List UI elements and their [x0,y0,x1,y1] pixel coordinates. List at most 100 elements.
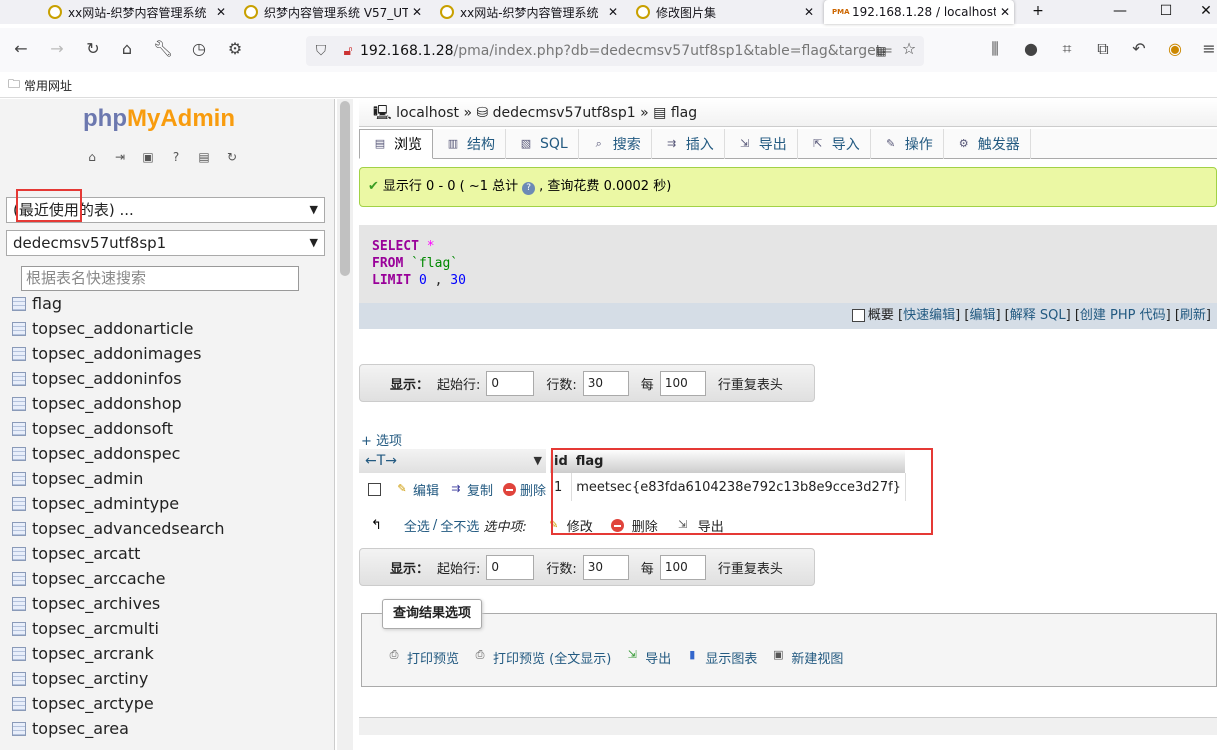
history-icon[interactable]: ◷ [186,36,212,62]
rows-count-input[interactable]: 30 [582,370,629,396]
table-search-input[interactable]: 根据表名快速搜索 [21,266,299,291]
wrench-icon[interactable]: 🔧︎ [150,36,176,62]
menu-icon[interactable]: ≡ [1196,36,1217,62]
horizontal-scrollbar[interactable] [359,717,1217,735]
sidebar-table-item[interactable]: topsec_addoninfos [0,366,334,391]
logout-icon[interactable]: ⇥ [112,149,128,165]
display-chart-link[interactable]: 显示图表 [705,648,757,667]
sidebar-table-item[interactable]: topsec_arctype [0,691,334,716]
repeat-header-input[interactable]: 100 [659,554,706,580]
start-row-input[interactable]: 0 [486,554,535,580]
forward-icon[interactable]: → [44,36,70,62]
sidebar-table-item[interactable]: topsec_addonarticle [0,316,334,341]
copy-row-link[interactable]: 复制 [467,480,493,499]
sidebar-table-item[interactable]: topsec_arccache [0,566,334,591]
tab-structure[interactable]: ▥ 结构 [433,129,506,159]
browser-tab[interactable]: 修改图片集 ✕ [628,0,818,24]
home-icon[interactable]: ⌂ [114,36,140,62]
sidebar-table-item[interactable]: topsec_arcmulti [0,616,334,641]
browser-tab[interactable]: xx网站-织梦内容管理系统 ✕ [432,0,622,24]
query-window-icon[interactable]: ▣ [140,149,156,165]
print-view-full-link[interactable]: 打印预览 (全文显示) [493,648,611,667]
uncheck-all-link[interactable]: 全不选 [440,516,479,535]
inline-edit-link[interactable]: 快速编辑 [903,308,955,323]
close-tab-icon[interactable]: ✕ [212,5,230,19]
home-icon[interactable]: ⌂ [84,149,100,165]
chevron-down-icon[interactable]: ▼ [534,449,542,473]
browser-tab[interactable]: xx网站-织梦内容管理系统 ✕ [40,0,230,24]
library-icon[interactable]: ⫼ [982,36,1008,62]
repeat-header-input[interactable]: 100 [659,370,706,396]
extension-c-icon[interactable]: ● [1018,36,1044,62]
phpmyadmin-logo[interactable]: phpMyAdmin [83,105,235,133]
breadcrumb-table[interactable]: flag [671,105,697,121]
sidebar-table-item[interactable]: topsec_addonimages [0,341,334,366]
sidebar-table-item[interactable]: topsec_arcatt [0,541,334,566]
close-tab-icon[interactable]: ✕ [408,5,426,19]
sidebar-table-item[interactable]: topsec_arctiny [0,666,334,691]
create-view-link[interactable]: 新建视图 [791,648,843,667]
tab-sql[interactable]: ▧ SQL [506,129,579,159]
bookmark-common-sites[interactable]: 常用网址 [24,77,72,94]
sidebar-table-item[interactable]: topsec_area [0,716,334,741]
tab-import[interactable]: ⇱ 导入 [798,129,871,159]
tab-search[interactable]: ⌕ 搜索 [579,129,652,159]
tab-operations[interactable]: ✎ 操作 [871,129,944,159]
tab-triggers[interactable]: ⚙ 触发器 [944,129,1031,159]
start-row-input[interactable]: 0 [486,370,535,396]
sidebar-table-item[interactable]: topsec_addonspec [0,441,334,466]
burp-icon[interactable]: ◉ [1162,36,1188,62]
browser-tab[interactable]: 织梦内容管理系统 V57_UT ✕ [236,0,426,24]
qr-code-icon[interactable]: ▦ [868,38,894,64]
address-bar[interactable]: ⛉ 🔓︎ 192.168.1.28/pma/index.php?db=dedec… [306,36,924,66]
close-tab-icon[interactable]: ✕ [604,5,622,19]
check-all-link[interactable]: 全选 [404,516,430,535]
export-link[interactable]: 导出 [645,648,671,667]
sidebar-table-item[interactable]: flag [0,291,334,316]
edit-row-link[interactable]: 编辑 [413,480,439,499]
maximize-icon[interactable]: ☐ [1146,0,1186,24]
close-tab-icon[interactable]: ✕ [996,5,1014,19]
profile-checkbox[interactable] [851,309,865,322]
docs-icon[interactable]: ▤ [196,149,212,165]
column-arrows-header[interactable]: ←T→ ▼ [359,449,546,473]
browser-tab-active[interactable]: PMA 192.168.1.28 / localhost ✕ [824,0,1014,24]
create-php-link[interactable]: 创建 PHP 代码 [1080,308,1166,323]
bookmark-star-icon[interactable]: ☆ [896,36,922,62]
back-icon[interactable]: ← [8,36,34,62]
tab-browse[interactable]: ▤ 浏览 [359,129,433,159]
scrollbar-thumb[interactable] [340,101,350,276]
tab-export[interactable]: ⇲ 导出 [725,129,798,159]
close-window-icon[interactable]: ✕ [1186,0,1217,24]
edit-sql-link[interactable]: 编辑 [969,308,995,323]
close-tab-icon[interactable]: ✕ [800,5,818,19]
sidebar-table-item[interactable]: topsec_addonsoft [0,416,334,441]
new-tab-button[interactable]: + [1018,0,1058,24]
help-icon[interactable]: ? [168,149,184,165]
breadcrumb-database[interactable]: dedecmsv57utf8sp1 [493,105,636,121]
extensions-icon[interactable]: ⧉ [1090,36,1116,62]
sidebar-table-item[interactable]: topsec_admintype [0,491,334,516]
crop-icon[interactable]: ⌗ [1054,36,1080,62]
reload-icon[interactable]: ↻ [80,36,106,62]
sidebar-table-item[interactable]: topsec_advancedsearch [0,516,334,541]
options-link[interactable]: + 选项 [361,430,402,449]
database-select[interactable]: dedecmsv57utf8sp1 ▼ [6,230,325,256]
reload-nav-icon[interactable]: ↻ [224,149,240,165]
left-scrollbar[interactable] [337,99,353,750]
tab-insert[interactable]: ⇉ 插入 [652,129,725,159]
settings-icon[interactable]: ⚙ [222,36,248,62]
sidebar-table-item[interactable]: topsec_addonshop [0,391,334,416]
help-icon[interactable]: ? [522,182,536,195]
sidebar-table-item[interactable]: topsec_admin [0,466,334,491]
refresh-link[interactable]: 刷新 [1180,308,1206,323]
print-view-link[interactable]: 打印预览 [407,648,459,667]
explain-sql-link[interactable]: 解释 SQL [1010,308,1066,323]
undo-icon[interactable]: ↶ [1126,36,1152,62]
delete-row-link[interactable]: 删除 [520,480,546,499]
rows-count-input[interactable]: 30 [582,554,629,580]
sidebar-table-item[interactable]: topsec_arcrank [0,641,334,666]
minimize-icon[interactable]: — [1100,0,1140,24]
sidebar-table-item[interactable]: topsec_archives [0,591,334,616]
row-checkbox[interactable] [368,482,381,496]
